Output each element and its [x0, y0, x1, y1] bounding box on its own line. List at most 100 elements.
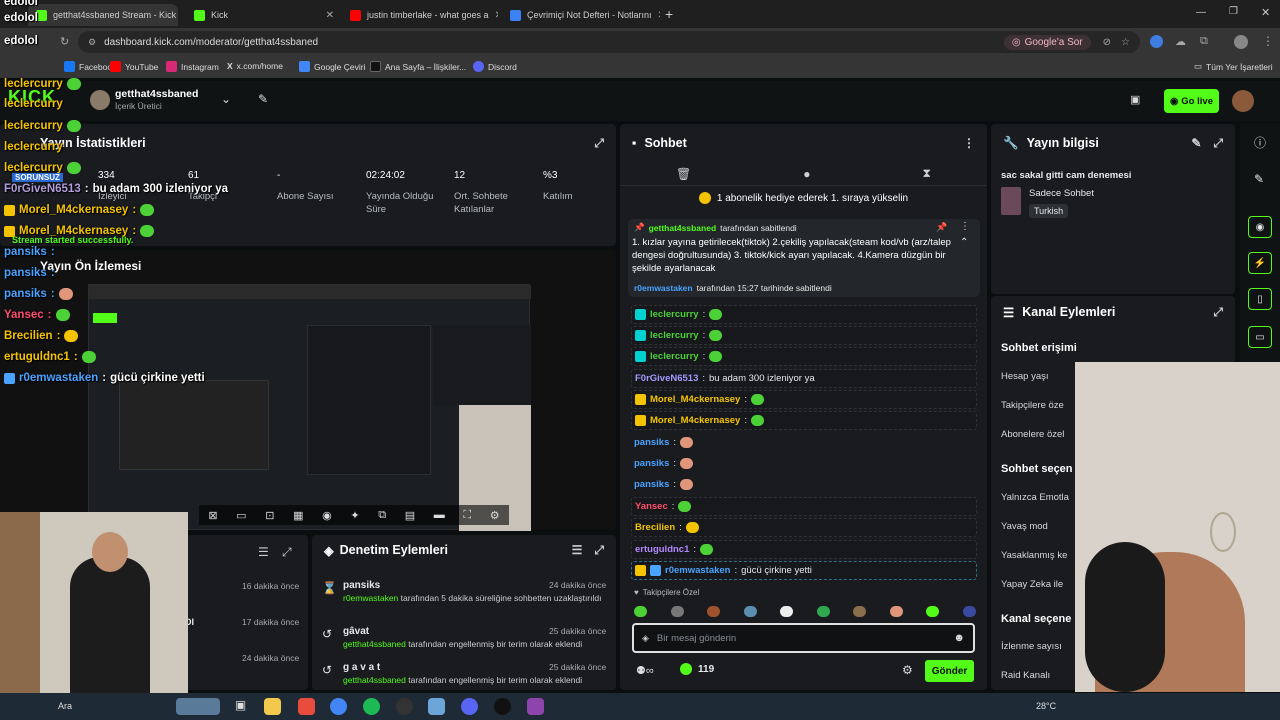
- chat-message[interactable]: leclercurry:: [631, 347, 977, 366]
- chat-message[interactable]: F0rGiveN6513: bu adam 300 izleniyor ya: [631, 369, 977, 388]
- pin-icon[interactable]: ✎: [258, 92, 268, 106]
- filter-icon[interactable]: ☰: [572, 543, 583, 557]
- setting-subs-only[interactable]: Abonelere özel: [1001, 429, 1064, 440]
- minimize-icon[interactable]: —: [1196, 7, 1206, 18]
- emote-icon[interactable]: [926, 605, 940, 617]
- chat-username[interactable]: Morel_M4ckernasey: [650, 394, 740, 405]
- emote-icon[interactable]: [634, 605, 647, 617]
- menu-dots-icon[interactable]: ⋮: [963, 136, 975, 150]
- cast-icon[interactable]: ▣: [1130, 93, 1140, 106]
- weather-temp[interactable]: 28°C: [1036, 701, 1056, 711]
- chat-username[interactable]: leclercurry: [650, 330, 699, 341]
- chrome-icon[interactable]: [330, 698, 347, 715]
- emote-icon[interactable]: [780, 605, 794, 617]
- edit-icon[interactable]: ✎: [1191, 136, 1201, 150]
- eye-off-icon[interactable]: ⊘: [1103, 37, 1111, 48]
- bolt-icon[interactable]: ⚡: [1248, 252, 1272, 274]
- chat-username[interactable]: pansiks: [634, 458, 669, 469]
- camera-icon[interactable]: ▭: [236, 509, 246, 522]
- tab-kick-stream[interactable]: getthat4ssbaned Stream - Kick ✕: [28, 4, 178, 26]
- chat-message[interactable]: leclercurry:: [631, 305, 977, 324]
- app-icon[interactable]: [527, 698, 544, 715]
- emoji-icon[interactable]: ☻: [953, 632, 965, 644]
- chat-icon[interactable]: ▭: [1248, 326, 1272, 348]
- chat-username[interactable]: Yansec: [635, 501, 668, 512]
- pip-icon[interactable]: ⧉: [378, 509, 386, 522]
- hourglass-icon[interactable]: ⧗: [923, 166, 931, 181]
- setting-slow-mode[interactable]: Yavaş mod: [1001, 521, 1048, 532]
- chat-username[interactable]: F0rGiveN6513: [635, 373, 698, 384]
- setting-account-age[interactable]: Hesap yaşı: [1001, 371, 1049, 382]
- setting-ai-mod[interactable]: Yapay Zeka ile: [1001, 579, 1063, 590]
- profile-avatar[interactable]: [1234, 35, 1248, 49]
- setting-followers-only[interactable]: Takipçilere öze: [1001, 400, 1064, 411]
- close-icon[interactable]: ✕: [326, 10, 334, 21]
- site-info-icon[interactable]: ⚙: [88, 37, 96, 48]
- chat-message[interactable]: pansiks:: [631, 433, 977, 452]
- reload-icon[interactable]: ↻: [60, 35, 69, 48]
- tab-notepad[interactable]: Çevrimiçi Not Defteri - Notlarını ✕: [502, 4, 660, 26]
- expand-icon[interactable]: ⤢: [1213, 136, 1223, 151]
- widget-image[interactable]: [176, 698, 220, 715]
- setting-raid-channel[interactable]: Raid Kanalı: [1001, 670, 1050, 681]
- emote-icon[interactable]: [670, 605, 684, 617]
- bookmark-x[interactable]: Xx.com/home: [227, 61, 283, 71]
- bookmark-iliskiler[interactable]: Ana Sayfa – İlişkiler...: [370, 61, 466, 72]
- setting-emote-only[interactable]: Yalnızca Emotla: [1001, 492, 1069, 503]
- expand-icon[interactable]: ⤢: [1213, 305, 1223, 320]
- document-icon[interactable]: ▯: [1248, 288, 1272, 310]
- bookmark-translate[interactable]: Google Çeviri: [299, 61, 366, 72]
- puzzle-icon[interactable]: ⧉: [1200, 35, 1208, 48]
- preview-video[interactable]: ⊠ ▭ ⊡ ▦ ◉ ✦ ⧉ ▤ ▬ ⛶ ⚙: [88, 284, 531, 531]
- settings-icon[interactable]: ⚙: [490, 509, 500, 522]
- chat-message[interactable]: leclercurry:: [631, 326, 977, 345]
- minus-icon[interactable]: ▬: [434, 509, 445, 521]
- tab-kick[interactable]: Kick ✕: [186, 4, 342, 26]
- channel-points[interactable]: 119: [680, 663, 714, 675]
- chat-username[interactable]: leclercurry: [650, 309, 699, 320]
- bookmark-youtube[interactable]: YouTube: [110, 61, 158, 72]
- go-live-button[interactable]: ◉ Go live: [1164, 89, 1219, 113]
- all-bookmarks[interactable]: ▭ Tüm Yer İşaretleri: [1194, 61, 1273, 72]
- app-icon[interactable]: [298, 698, 315, 715]
- new-tab-button[interactable]: +: [665, 6, 673, 22]
- camera-icon[interactable]: ◉: [1248, 216, 1272, 238]
- close-window-icon[interactable]: ✕: [1261, 6, 1270, 19]
- close-icon[interactable]: ✕: [658, 10, 660, 21]
- chat-username[interactable]: Morel_M4ckernasey: [650, 415, 740, 426]
- filter-icon[interactable]: ☰: [258, 545, 269, 559]
- emote-icon[interactable]: [889, 605, 903, 617]
- chat-settings-icon[interactable]: ●: [803, 167, 810, 181]
- menu-dots-icon[interactable]: ⋮: [960, 221, 970, 232]
- chat-username[interactable]: ertuguldnc1: [635, 544, 689, 555]
- chat-username[interactable]: Brecilien: [635, 522, 675, 533]
- category-name[interactable]: Sadece Sohbet: [1029, 188, 1094, 199]
- emote-icon[interactable]: [707, 605, 721, 617]
- screen-icon[interactable]: ▤: [405, 509, 415, 522]
- chat-message[interactable]: Morel_M4ckernasey:: [631, 411, 977, 430]
- expand-icon[interactable]: ⤢: [594, 136, 604, 151]
- maximize-icon[interactable]: ❐: [1229, 6, 1238, 17]
- chat-message[interactable]: Morel_M4ckernasey:: [631, 390, 977, 409]
- chat-message[interactable]: pansiks:: [631, 475, 977, 494]
- trash-icon[interactable]: 🗑: [676, 167, 691, 181]
- channel-avatar[interactable]: [90, 90, 110, 110]
- mute-icon[interactable]: ⊠: [208, 509, 217, 522]
- bookmark-facebook[interactable]: Facebook: [64, 61, 116, 72]
- settings-app-icon[interactable]: [428, 698, 445, 715]
- extension-icon[interactable]: [1150, 35, 1163, 48]
- bookmark-instagram[interactable]: Instagram: [166, 61, 219, 72]
- users-icon[interactable]: ⚉∞: [636, 664, 654, 677]
- user-avatar[interactable]: [1232, 90, 1254, 112]
- sparkle-icon[interactable]: ✦: [350, 509, 359, 522]
- chat-message[interactable]: Brecilien:: [631, 518, 977, 537]
- gift-banner[interactable]: 1 abonelik hediye ederek 1. sıraya yükse…: [620, 188, 987, 208]
- spotify-icon[interactable]: [363, 698, 380, 715]
- emote-icon[interactable]: [816, 605, 830, 617]
- chat-message[interactable]: Yansec:: [631, 497, 977, 516]
- chat-username[interactable]: r0emwastaken: [665, 565, 730, 576]
- steam-icon[interactable]: [494, 698, 511, 715]
- record-icon[interactable]: ◉: [322, 509, 332, 522]
- setting-view-count[interactable]: İzlenme sayısı: [1001, 641, 1062, 652]
- edit-icon[interactable]: ✎: [1254, 172, 1264, 186]
